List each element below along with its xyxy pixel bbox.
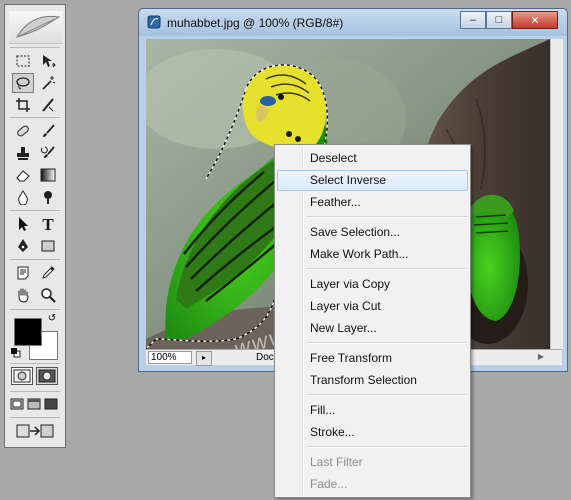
menu-item-feather[interactable]: Feather... xyxy=(277,192,468,213)
zoom-tool[interactable] xyxy=(37,285,59,305)
document-titlebar[interactable]: muhabbet.jpg @ 100% (RGB/8#) – □ ✕ xyxy=(139,9,567,36)
menu-item-layer-via-cut[interactable]: Layer via Cut xyxy=(277,296,468,317)
dodge-tool[interactable] xyxy=(37,187,59,207)
menu-item-save-selection[interactable]: Save Selection... xyxy=(277,222,468,243)
close-button[interactable]: ✕ xyxy=(512,11,558,29)
menu-item-fill[interactable]: Fill... xyxy=(277,400,468,421)
eyedropper-tool[interactable] xyxy=(37,263,59,283)
full-screen-menu-mode-icon[interactable] xyxy=(26,394,42,414)
full-screen-mode-icon[interactable] xyxy=(43,394,59,414)
eraser-tool[interactable] xyxy=(12,165,34,185)
foreground-color-swatch[interactable] xyxy=(14,318,42,346)
swap-colors-icon[interactable]: ↺ xyxy=(45,313,59,325)
maximize-button[interactable]: □ xyxy=(486,11,512,29)
feather-logo[interactable] xyxy=(9,11,63,44)
menu-item-free-transform[interactable]: Free Transform xyxy=(277,348,468,369)
menu-item-make-work-path[interactable]: Make Work Path... xyxy=(277,244,468,265)
toolbox-divider xyxy=(10,210,60,211)
clone-stamp-tool[interactable] xyxy=(12,143,34,163)
history-brush-tool[interactable] xyxy=(37,143,59,163)
photoshop-document-icon xyxy=(147,15,161,29)
toolbox-divider xyxy=(10,309,60,310)
blur-tool[interactable] xyxy=(12,187,34,207)
minimize-button[interactable]: – xyxy=(460,11,486,29)
zoom-level-field[interactable]: 100% xyxy=(148,351,192,364)
vertical-scrollbar[interactable] xyxy=(550,39,563,349)
toolbox-divider xyxy=(10,417,60,418)
type-tool[interactable]: T xyxy=(37,214,59,234)
toolbox-divider xyxy=(10,47,60,48)
standard-mode-button[interactable] xyxy=(11,367,33,385)
menu-item-fade: Fade... xyxy=(310,477,348,491)
move-tool[interactable] xyxy=(37,51,59,71)
menu-item-stroke[interactable]: Stroke... xyxy=(277,422,468,443)
path-selection-tool[interactable] xyxy=(12,214,34,234)
shape-tool[interactable] xyxy=(37,236,59,256)
menu-item-deselect[interactable]: Deselect xyxy=(277,148,468,169)
context-menu: Deselect Select Inverse Feather... Save … xyxy=(274,144,471,498)
menu-separator xyxy=(306,342,467,344)
status-info-button[interactable]: ▸ xyxy=(196,351,212,366)
rectangular-marquee-tool[interactable] xyxy=(12,51,34,71)
standard-screen-mode-icon[interactable] xyxy=(9,394,25,414)
healing-brush-tool[interactable] xyxy=(12,121,34,141)
crop-tool[interactable] xyxy=(12,95,34,115)
pen-tool[interactable] xyxy=(12,236,34,256)
menu-separator xyxy=(306,446,467,448)
slice-tool[interactable] xyxy=(37,95,59,115)
document-title: muhabbet.jpg @ 100% (RGB/8#) xyxy=(167,16,344,30)
notes-tool[interactable] xyxy=(12,263,34,283)
hand-tool[interactable] xyxy=(12,285,34,305)
menu-separator xyxy=(306,216,467,218)
toolbox-divider xyxy=(10,259,60,260)
jump-to-imageready-icon[interactable] xyxy=(13,421,57,441)
menu-item-select-inverse[interactable]: Select Inverse xyxy=(277,170,468,191)
menu-separator xyxy=(306,268,467,270)
gradient-tool[interactable] xyxy=(37,165,59,185)
tools-palette: T ↺ xyxy=(4,4,66,448)
toolbox-divider xyxy=(10,117,60,118)
document-info-text: Doc xyxy=(256,352,274,363)
toolbox-divider xyxy=(10,363,60,364)
brush-tool[interactable] xyxy=(37,121,59,141)
menu-item-new-layer[interactable]: New Layer... xyxy=(277,318,468,339)
menu-item-transform-selection[interactable]: Transform Selection xyxy=(277,370,468,391)
scroll-right-icon[interactable]: ▶ xyxy=(538,352,544,361)
menu-separator xyxy=(306,394,467,396)
default-colors-icon[interactable] xyxy=(11,347,21,358)
menu-item-layer-via-copy[interactable]: Layer via Copy xyxy=(277,274,468,295)
quick-mask-mode-button[interactable] xyxy=(36,367,58,385)
lasso-tool[interactable] xyxy=(12,73,34,93)
magic-wand-tool[interactable] xyxy=(37,73,59,93)
menu-item-last-filter: Last Filter xyxy=(310,455,363,469)
toolbox-divider xyxy=(10,391,60,392)
